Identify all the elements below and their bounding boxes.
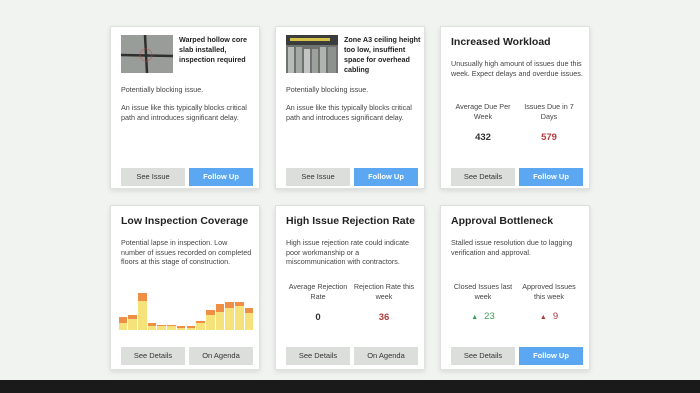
card-description: Stalled issue resolution due to lagging … [451, 238, 573, 257]
approved-issues-label: Approved Issues this week [522, 282, 576, 301]
chart-bar-segment [176, 328, 186, 330]
chart-bar-segment [118, 322, 128, 330]
chart-bar-segment [186, 328, 196, 330]
insight-card-workload: Increased Workload Unusually high amount… [440, 26, 590, 189]
chart-bar-segment [128, 315, 137, 319]
insight-card-rejection: High Issue Rejection Rate High issue rej… [275, 205, 425, 370]
approved-issues-value: ▲ 9 [517, 311, 581, 322]
chart-bar-segment [147, 322, 157, 327]
card-title: Increased Workload [451, 36, 551, 48]
chart-bar-segment [206, 315, 215, 330]
blocking-text: Potentially blocking issue. [286, 85, 369, 94]
card-description: High issue rejection rate could indicate… [286, 238, 410, 266]
follow-up-button[interactable]: Follow Up [519, 347, 583, 365]
see-details-button[interactable]: See Details [451, 347, 515, 365]
rejection-week-value: 36 [378, 312, 390, 323]
blocking-text: Potentially blocking issue. [121, 85, 204, 94]
chart-bar-segment [244, 307, 254, 314]
chart-bar-segment [196, 322, 205, 330]
issues-due-value: 579 [541, 132, 557, 143]
on-agenda-button[interactable]: On Agenda [354, 347, 418, 365]
closed-issues-value: ▲ 23 [451, 311, 515, 322]
chart-bar-segment [118, 317, 128, 323]
on-agenda-button[interactable]: On Agenda [189, 347, 253, 365]
see-details-button[interactable]: See Details [451, 168, 515, 186]
see-issue-button[interactable]: See Issue [121, 168, 185, 186]
follow-up-button[interactable]: Follow Up [189, 168, 253, 186]
issue-photo[interactable] [286, 35, 338, 73]
chart-bar-segment [215, 304, 225, 312]
chart-bar-segment [196, 320, 205, 323]
inspection-bar-chart [118, 284, 254, 330]
see-details-button[interactable]: See Details [121, 347, 185, 365]
closed-issues-number: 23 [484, 311, 495, 322]
chart-bar-segment [138, 293, 147, 301]
chart-bar-segment [128, 318, 137, 330]
see-issue-button[interactable]: See Issue [286, 168, 350, 186]
bottom-bar [0, 380, 700, 393]
issue-caption: Zone A3 ceiling height too low, insuffie… [344, 35, 421, 74]
chart-bar-segment [167, 326, 176, 330]
rejection-week-label: Rejection Rate this week [353, 282, 415, 301]
chart-bar-segment [235, 302, 244, 307]
chart-bar-segment [157, 324, 166, 327]
issue-card-warped-slab: Warped hollow core slab installed, inspe… [110, 26, 260, 189]
average-due-value: 432 [475, 132, 491, 143]
insight-card-approval: Approval Bottleneck Stalled issue resolu… [440, 205, 590, 370]
chart-bar-segment [235, 306, 244, 330]
average-rejection-label: Average Rejection Rate [288, 282, 348, 301]
closed-issues-label: Closed Issues last week [453, 282, 513, 301]
chart-bar-segment [206, 309, 215, 316]
chart-bar-segment [167, 324, 176, 327]
issue-photo[interactable] [121, 35, 173, 73]
issues-due-label: Issues Due in 7 Days [524, 102, 574, 121]
chart-bar-segment [244, 313, 254, 330]
card-title: Low Inspection Coverage [121, 215, 249, 227]
insight-card-inspection: Low Inspection Coverage Potential lapse … [110, 205, 260, 370]
card-title: Approval Bottleneck [451, 215, 554, 227]
chart-bar-segment [147, 326, 157, 330]
follow-up-button[interactable]: Follow Up [354, 168, 418, 186]
card-description: Potential lapse in inspection. Low numbe… [121, 238, 252, 266]
approved-issues-number: 9 [552, 311, 559, 322]
card-description: Unusually high amount of issues due this… [451, 59, 583, 78]
follow-up-button[interactable]: Follow Up [519, 168, 583, 186]
issue-caption: Warped hollow core slab installed, inspe… [179, 35, 248, 64]
card-title: High Issue Rejection Rate [286, 215, 415, 227]
description-text: An issue like this typically blocks crit… [286, 103, 412, 122]
arrow-up-icon: ▲ [539, 314, 547, 321]
arrow-up-icon: ▲ [471, 314, 479, 321]
chart-bar-segment [157, 326, 166, 330]
chart-bar-segment [225, 307, 234, 330]
average-due-label: Average Due Per Week [455, 102, 511, 121]
see-details-button[interactable]: See Details [286, 347, 350, 365]
chart-bar-segment [215, 311, 225, 330]
chart-bar-segment [186, 326, 196, 329]
chart-bar-segment [138, 300, 147, 330]
description-text: An issue like this typically blocks crit… [121, 103, 247, 122]
average-rejection-value: 0 [315, 312, 321, 323]
chart-bar-segment [225, 302, 234, 308]
chart-bar-segment [176, 326, 186, 329]
issue-card-zone-a3: Zone A3 ceiling height too low, insuffie… [275, 26, 425, 189]
